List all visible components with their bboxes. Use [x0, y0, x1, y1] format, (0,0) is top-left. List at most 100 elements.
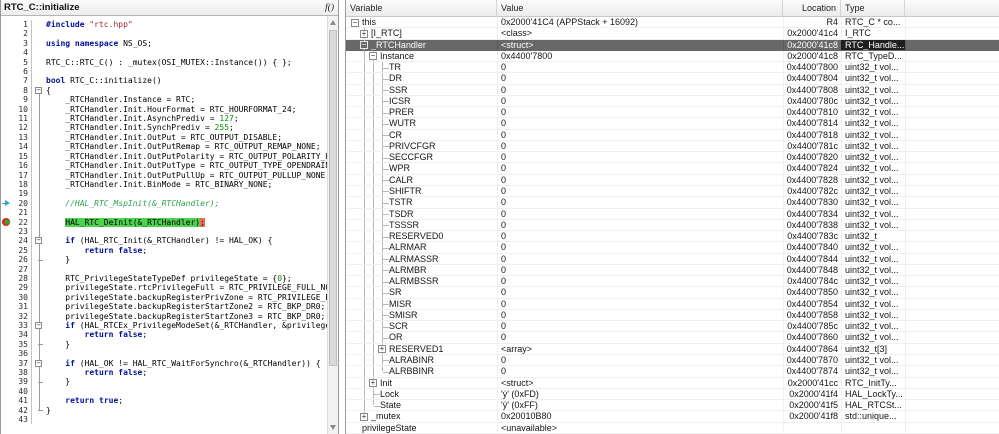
line-number[interactable]: 17	[12, 170, 32, 180]
gutter-cell[interactable]	[1, 236, 12, 245]
gutter-cell[interactable]	[1, 189, 12, 198]
fold-margin[interactable]	[32, 39, 46, 48]
expand-icon[interactable]: +	[369, 379, 377, 387]
variable-row-DR[interactable]: DR 0 0x4400'7804 uint32_t vol...	[346, 73, 999, 85]
gutter-cell[interactable]	[1, 20, 12, 29]
gutter-cell[interactable]	[1, 161, 12, 170]
line-number[interactable]: 20	[12, 198, 32, 209]
gutter-cell[interactable]	[1, 377, 12, 386]
gutter-cell[interactable]	[1, 123, 12, 132]
line-number[interactable]: 12	[12, 123, 32, 133]
line-number[interactable]: 5	[12, 57, 32, 68]
gutter-cell[interactable]	[1, 114, 12, 123]
fold-collapse-icon[interactable]: −	[35, 322, 42, 329]
gutter-cell[interactable]	[1, 86, 12, 95]
line-number[interactable]: 36	[12, 349, 32, 359]
gutter-cell[interactable]	[1, 368, 12, 377]
gutter-cell[interactable]	[1, 58, 12, 67]
variable-row-_RTCHandler[interactable]: − _RTCHandler <struct> 0x2000'41c8 RTC_Handl…	[346, 39, 999, 51]
variable-row-SSR[interactable]: SSR 0 0x4400'7808 uint32_t vol...	[346, 84, 999, 96]
line-number[interactable]: 37	[12, 358, 32, 369]
variable-row-WPR[interactable]: WPR 0 0x4400'7824 uint32_t vol...	[346, 163, 999, 175]
fold-collapse-icon[interactable]: −	[35, 237, 42, 245]
gutter-cell[interactable]	[1, 349, 12, 358]
line-number[interactable]: 32	[12, 311, 32, 321]
line-number[interactable]: 3	[12, 38, 32, 49]
line-number[interactable]: 34	[12, 330, 32, 340]
variable-row-TR[interactable]: TR 0 0x4400'7800 uint32_t vol...	[346, 62, 999, 74]
line-number[interactable]: 29	[12, 283, 32, 293]
variable-row-TSTR[interactable]: TSTR 0 0x4400'7830 uint32_t vol...	[346, 197, 999, 209]
variable-row-PRIVCFGR[interactable]: PRIVCFGR 0 0x4400'781c uint32_t vol...	[346, 140, 999, 153]
variable-row-SMISR[interactable]: SMISR 0 0x4400'7858 uint32_t vol...	[346, 309, 999, 322]
line-number[interactable]: 23	[12, 226, 32, 237]
fold-margin[interactable]	[32, 415, 46, 424]
line-number[interactable]: 40	[12, 386, 32, 397]
line-number[interactable]: 19	[12, 189, 32, 199]
fold-collapse-icon[interactable]: −	[35, 86, 42, 94]
gutter-cell[interactable]	[1, 312, 12, 321]
collapse-icon[interactable]: −	[369, 52, 377, 61]
line-number[interactable]: 42	[12, 405, 32, 416]
variable-row-SECCFGR[interactable]: SECCFGR 0 0x4400'7820 uint32_t vol...	[346, 152, 999, 164]
variable-row-ALRMBR[interactable]: ALRMBR 0 0x4400'7848 uint32_t vol...	[346, 264, 999, 277]
gutter-cell[interactable]	[1, 255, 12, 264]
gutter-cell[interactable]	[1, 302, 12, 311]
variable-row-TSDR[interactable]: TSDR 0 0x4400'7834 uint32_t vol...	[346, 208, 999, 220]
expand-icon[interactable]: +	[378, 345, 386, 354]
scroll-down-icon[interactable]	[330, 425, 336, 430]
fold-margin[interactable]: −	[32, 236, 46, 245]
variable-row-SHIFTR[interactable]: SHIFTR 0 0x4400'782c uint32_t vol...	[346, 185, 999, 198]
variable-row-WUTR[interactable]: WUTR 0 0x4400'7814 uint32_t vol...	[346, 118, 999, 130]
fold-margin[interactable]	[32, 29, 46, 38]
collapse-icon[interactable]: −	[360, 41, 368, 50]
gutter-cell[interactable]	[1, 67, 12, 76]
line-number[interactable]: 33	[12, 321, 32, 331]
fold-margin[interactable]: −	[32, 359, 46, 368]
variable-row-SCR[interactable]: SCR 0 0x4400'785c uint32_t vol...	[346, 321, 999, 333]
line-number[interactable]: 35	[12, 339, 32, 350]
variable-row-ALRBBINR[interactable]: ALRBBINR 0 0x4400'7874 uint32_t vol...	[346, 366, 999, 378]
column-header-type[interactable]: Type	[841, 0, 905, 16]
gutter-cell[interactable]	[1, 265, 12, 274]
variable-row-OR[interactable]: OR 0 0x4400'7860 uint32_t vol...	[346, 332, 999, 344]
column-header-variable[interactable]: Variable	[346, 0, 497, 16]
variable-row-ICSR[interactable]: ICSR 0 0x4400'780c uint32_t vol...	[346, 95, 999, 108]
gutter-cell[interactable]	[1, 396, 12, 405]
gutter-cell[interactable]	[1, 48, 12, 57]
line-number[interactable]: 13	[12, 132, 32, 143]
fold-margin[interactable]	[32, 20, 46, 29]
line-number[interactable]: 10	[12, 104, 32, 115]
gutter-cell[interactable]	[1, 180, 12, 189]
expand-icon[interactable]: +	[360, 412, 368, 421]
variable-row-SR[interactable]: SR 0 0x4400'7850 uint32_t vol...	[346, 287, 999, 299]
line-number[interactable]: 24	[12, 236, 32, 246]
gutter-cell[interactable]	[1, 406, 12, 415]
line-number[interactable]: 11	[12, 114, 32, 124]
flow-arrow-icon[interactable]	[1, 199, 12, 208]
line-number[interactable]: 4	[12, 48, 32, 58]
gutter-cell[interactable]	[1, 152, 12, 161]
variable-row-RESERVED1[interactable]: + RESERVED1 <array> 0x4400'7864 uint32_t[3]	[346, 343, 999, 355]
column-header-location[interactable]: Location	[783, 0, 841, 16]
breakpoint-current-icon[interactable]	[1, 218, 12, 227]
variable-row-ALRMAR[interactable]: ALRMAR 0 0x4400'7840 uint32_t vol...	[346, 242, 999, 254]
variable-row-State[interactable]: State 'ÿ' (0xFF) 0x2000'41f5 HAL_RTCSt...	[346, 400, 999, 412]
gutter-cell[interactable]	[1, 39, 12, 48]
line-number[interactable]: 2	[12, 29, 32, 39]
line-number[interactable]: 15	[12, 151, 32, 162]
gutter-cell[interactable]	[1, 274, 12, 283]
gutter-cell[interactable]	[1, 208, 12, 217]
variable-row-Init[interactable]: + Init <struct> 0x2000'41cc RTC_InitTy...	[346, 377, 999, 389]
line-number[interactable]: 30	[12, 292, 32, 303]
variable-row-Lock[interactable]: Lock 'ý' (0xFD) 0x2000'41f4 HAL_LockTy...	[346, 388, 999, 401]
gutter-cell[interactable]	[1, 95, 12, 104]
gutter-cell[interactable]	[1, 340, 12, 349]
gutter-cell[interactable]	[1, 359, 12, 368]
line-number[interactable]: 16	[12, 161, 32, 171]
line-number[interactable]: 14	[12, 142, 32, 152]
gutter-cell[interactable]	[1, 76, 12, 85]
code-area[interactable]: 1 #include "rtc.hpp" 2 3 using namespace NS_…	[1, 16, 327, 434]
line-number[interactable]: 22	[12, 217, 32, 227]
variable-row-TSSSR[interactable]: TSSSR 0 0x4400'7838 uint32_t vol...	[346, 219, 999, 232]
